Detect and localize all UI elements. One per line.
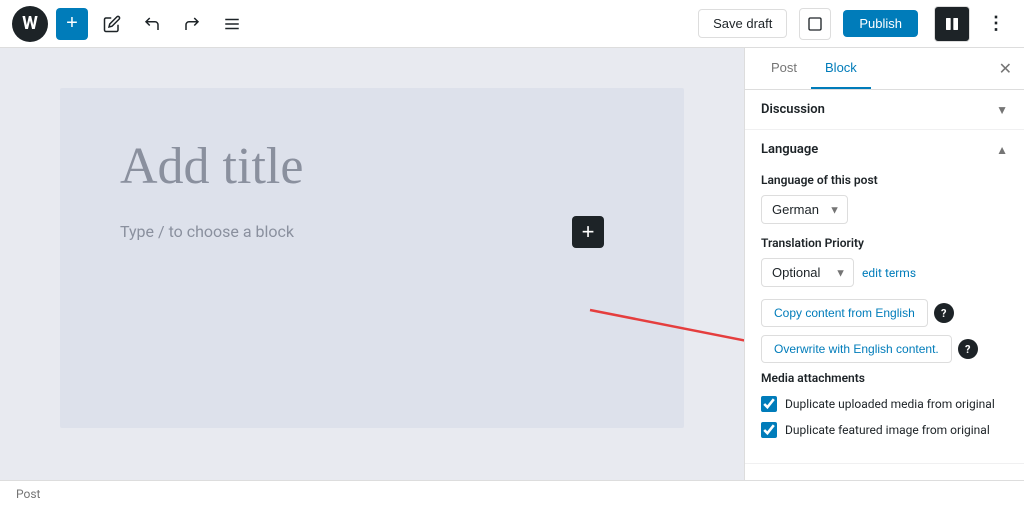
copy-content-help-icon[interactable]: ? xyxy=(934,303,954,323)
list-view-button[interactable] xyxy=(216,8,248,40)
language-dropdown-row: German English French Spanish ▼ xyxy=(761,195,1008,224)
duplicate-featured-label: Duplicate featured image from original xyxy=(785,421,990,439)
tab-post[interactable]: Post xyxy=(757,48,811,89)
duplicate-media-label: Duplicate uploaded media from original xyxy=(785,395,995,413)
language-header[interactable]: Language ▲ xyxy=(745,130,1024,169)
duplicate-media-row: Duplicate uploaded media from original xyxy=(761,395,1008,413)
language-label: Language xyxy=(761,142,818,157)
settings-panel-button[interactable] xyxy=(934,6,970,42)
language-select[interactable]: German English French Spanish xyxy=(761,195,848,224)
add-block-button[interactable]: + xyxy=(56,8,88,40)
undo-button[interactable] xyxy=(136,8,168,40)
language-chevron: ▲ xyxy=(996,143,1008,157)
more-options-button[interactable]: ⋮ xyxy=(980,8,1012,40)
editor-canvas: Add title Type / to choose a block + xyxy=(60,88,684,428)
post-title-placeholder[interactable]: Add title xyxy=(120,136,624,198)
edit-pencil-button[interactable] xyxy=(96,8,128,40)
topbar: W + Save draft Publish ⋮ xyxy=(0,0,1024,48)
wp-logo[interactable]: W xyxy=(12,6,48,42)
status-text: Post xyxy=(16,487,40,501)
discussion-header[interactable]: Discussion ▼ xyxy=(745,90,1024,129)
discussion-label: Discussion xyxy=(761,102,825,117)
editor-area: Add title Type / to choose a block + xyxy=(0,48,744,480)
copy-content-row: Copy content from English ? xyxy=(761,299,1008,327)
overwrite-content-help-icon[interactable]: ? xyxy=(958,339,978,359)
overwrite-content-button[interactable]: Overwrite with English content. xyxy=(761,335,952,363)
block-placeholder[interactable]: Type / to choose a block xyxy=(120,222,624,241)
tab-block[interactable]: Block xyxy=(811,48,871,89)
duplicate-media-checkbox[interactable] xyxy=(761,396,777,412)
sidebar-content: Discussion ▼ Language ▲ Language of this… xyxy=(745,90,1024,464)
preview-icon-button[interactable] xyxy=(799,8,831,40)
translation-priority-label: Translation Priority xyxy=(761,236,1008,250)
discussion-chevron: ▼ xyxy=(996,103,1008,117)
edit-terms-link[interactable]: edit terms xyxy=(862,266,916,280)
sidebar: Post Block ✕ Discussion ▼ Language ▲ Lan… xyxy=(744,48,1024,480)
media-attachments-label: Media attachments xyxy=(761,371,1008,385)
inline-add-block-button[interactable]: + xyxy=(572,216,604,248)
discussion-section: Discussion ▼ xyxy=(745,90,1024,130)
main-area: Add title Type / to choose a block + Pos… xyxy=(0,48,1024,480)
priority-dropdown-wrapper: Optional Required High Low ▼ xyxy=(761,258,854,287)
language-body: Language of this post German English Fre… xyxy=(745,169,1024,463)
publish-button[interactable]: Publish xyxy=(843,10,918,37)
redo-button[interactable] xyxy=(176,8,208,40)
language-section: Language ▲ Language of this post German … xyxy=(745,130,1024,464)
lang-of-post-label: Language of this post xyxy=(761,173,1008,187)
priority-select[interactable]: Optional Required High Low xyxy=(761,258,854,287)
duplicate-featured-row: Duplicate featured image from original xyxy=(761,421,1008,439)
sidebar-close-button[interactable]: ✕ xyxy=(999,48,1012,89)
sidebar-tabs: Post Block ✕ xyxy=(745,48,1024,90)
statusbar: Post xyxy=(0,480,1024,507)
priority-dropdown-row: Optional Required High Low ▼ edit terms xyxy=(761,258,1008,287)
language-dropdown-wrapper: German English French Spanish ▼ xyxy=(761,195,848,224)
duplicate-featured-checkbox[interactable] xyxy=(761,422,777,438)
overwrite-content-row: Overwrite with English content. ? xyxy=(761,335,1008,363)
save-draft-button[interactable]: Save draft xyxy=(698,9,787,38)
copy-content-button[interactable]: Copy content from English xyxy=(761,299,928,327)
